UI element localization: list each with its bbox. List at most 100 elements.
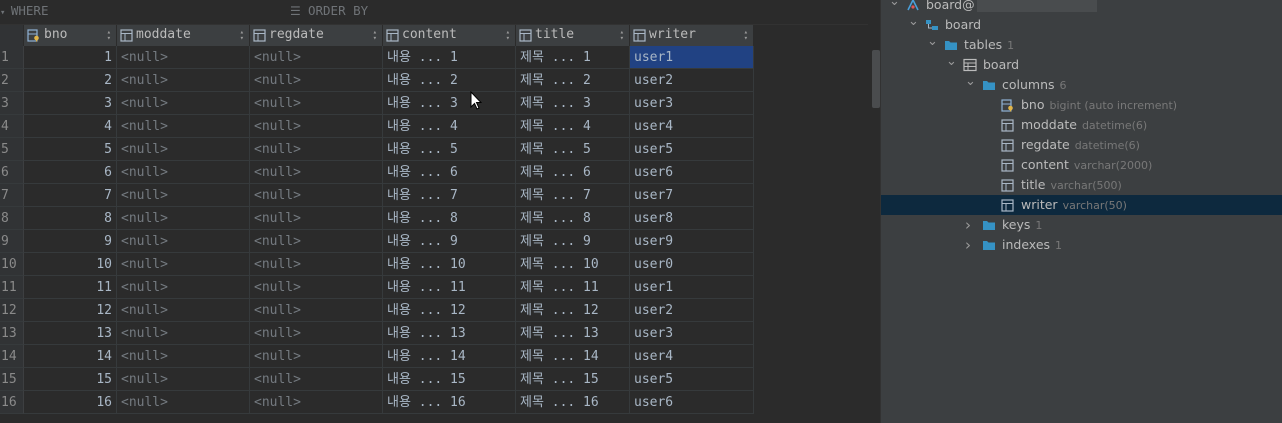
cell-content[interactable]: 내용 ... 13 <box>383 322 516 345</box>
cell-moddate[interactable]: <null> <box>117 138 250 161</box>
cell-bno[interactable]: 12 <box>24 299 117 322</box>
cell-title[interactable]: 제목 ... 14 <box>516 345 630 368</box>
cell-title[interactable]: 제목 ... 6 <box>516 161 630 184</box>
cell-bno[interactable]: 8 <box>24 207 117 230</box>
cell-title[interactable]: 제목 ... 12 <box>516 299 630 322</box>
cell-regdate[interactable]: <null> <box>250 276 383 299</box>
cell-title[interactable]: 제목 ... 5 <box>516 138 630 161</box>
cell-bno[interactable]: 11 <box>24 276 117 299</box>
cell-content[interactable]: 내용 ... 5 <box>383 138 516 161</box>
table-row[interactable]: 4 4 <null> <null> 내용 ... 4 제목 ... 4 user4 <box>0 115 754 138</box>
cell-moddate[interactable]: <null> <box>117 184 250 207</box>
cell-regdate[interactable]: <null> <box>250 184 383 207</box>
cell-content[interactable]: 내용 ... 3 <box>383 92 516 115</box>
cell-content[interactable]: 내용 ... 15 <box>383 368 516 391</box>
tree-node-content[interactable]: content varchar(2000) <box>881 155 1282 175</box>
cell-content[interactable]: 내용 ... 2 <box>383 69 516 92</box>
cell-bno[interactable]: 9 <box>24 230 117 253</box>
tree-node-board[interactable]: ⌄ board <box>881 52 1282 75</box>
cell-title[interactable]: 제목 ... 8 <box>516 207 630 230</box>
table-row[interactable]: 2 2 <null> <null> 내용 ... 2 제목 ... 2 user2 <box>0 69 754 92</box>
cell-bno[interactable]: 5 <box>24 138 117 161</box>
cell-regdate[interactable]: <null> <box>250 115 383 138</box>
cell-title[interactable]: 제목 ... 7 <box>516 184 630 207</box>
chevron-down-icon[interactable]: ⌄ <box>908 12 919 32</box>
cell-regdate[interactable]: <null> <box>250 69 383 92</box>
sort-arrows-icon[interactable]: ▴ ▾ <box>373 29 377 42</box>
cell-title[interactable]: 제목 ... 10 <box>516 253 630 276</box>
cell-moddate[interactable]: <null> <box>117 230 250 253</box>
chevron-down-icon[interactable]: ⌄ <box>927 32 938 52</box>
cell-regdate[interactable]: <null> <box>250 322 383 345</box>
tree-node-writer[interactable]: writer varchar(50) <box>881 195 1282 215</box>
cell-regdate[interactable]: <null> <box>250 207 383 230</box>
tree-node-indexes[interactable]: › indexes 1 <box>881 235 1282 255</box>
cell-writer[interactable]: user5 <box>630 138 754 161</box>
cell-moddate[interactable]: <null> <box>117 368 250 391</box>
table-row[interactable]: 3 3 <null> <null> 내용 ... 3 제목 ... 3 user3 <box>0 92 754 115</box>
table-row[interactable]: 15 15 <null> <null> 내용 ... 15 제목 ... 15 user5 <box>0 368 754 391</box>
cell-writer[interactable]: user4 <box>630 115 754 138</box>
cell-content[interactable]: 내용 ... 14 <box>383 345 516 368</box>
cell-regdate[interactable]: <null> <box>250 92 383 115</box>
column-header-moddate[interactable]: moddate ▴ ▾ <box>117 25 250 46</box>
chevron-right-icon[interactable]: › <box>965 235 971 255</box>
cell-content[interactable]: 내용 ... 10 <box>383 253 516 276</box>
column-header-regdate[interactable]: regdate ▴ ▾ <box>250 25 383 46</box>
column-header-content[interactable]: content ▴ ▾ <box>383 25 516 46</box>
cell-bno[interactable]: 13 <box>24 322 117 345</box>
cell-regdate[interactable]: <null> <box>250 345 383 368</box>
cell-title[interactable]: 제목 ... 2 <box>516 69 630 92</box>
cell-regdate[interactable]: <null> <box>250 299 383 322</box>
cell-moddate[interactable]: <null> <box>117 115 250 138</box>
chevron-down-icon[interactable]: ⌄ <box>946 52 957 72</box>
cell-title[interactable]: 제목 ... 16 <box>516 391 630 414</box>
cell-regdate[interactable]: <null> <box>250 138 383 161</box>
cell-bno[interactable]: 2 <box>24 69 117 92</box>
cell-writer[interactable]: user2 <box>630 69 754 92</box>
tree-node-regdate[interactable]: regdate datetime(6) <box>881 135 1282 155</box>
cell-bno[interactable]: 4 <box>24 115 117 138</box>
cell-regdate[interactable]: <null> <box>250 46 383 69</box>
tree-node-tables[interactable]: ⌄ tables 1 <box>881 32 1282 55</box>
cell-writer[interactable]: user5 <box>630 368 754 391</box>
sort-arrows-icon[interactable]: ▴ ▾ <box>506 29 510 42</box>
cell-content[interactable]: 내용 ... 6 <box>383 161 516 184</box>
table-row[interactable]: 6 6 <null> <null> 내용 ... 6 제목 ... 6 user6 <box>0 161 754 184</box>
cell-content[interactable]: 내용 ... 12 <box>383 299 516 322</box>
sort-arrows-icon[interactable]: ▴ ▾ <box>240 29 244 42</box>
cell-regdate[interactable]: <null> <box>250 368 383 391</box>
column-header-title[interactable]: title ▴ ▾ <box>516 25 630 46</box>
cell-content[interactable]: 내용 ... 9 <box>383 230 516 253</box>
cell-writer[interactable]: user9 <box>630 230 754 253</box>
column-header-bno[interactable]: bno ▴ ▾ <box>24 25 117 46</box>
where-filter[interactable]: ▾ WHERE <box>0 3 48 18</box>
cell-writer[interactable]: user1 <box>630 276 754 299</box>
cell-content[interactable]: 내용 ... 1 <box>383 46 516 69</box>
table-row[interactable]: 16 16 <null> <null> 내용 ... 16 제목 ... 16 user6 <box>0 391 754 414</box>
cell-title[interactable]: 제목 ... 11 <box>516 276 630 299</box>
table-row[interactable]: 1 1 <null> <null> 내용 ... 1 제목 ... 1 user1 <box>0 46 754 69</box>
cell-moddate[interactable]: <null> <box>117 46 250 69</box>
table-row[interactable]: 11 11 <null> <null> 내용 ... 11 제목 ... 11 user1 <box>0 276 754 299</box>
cell-writer[interactable]: user7 <box>630 184 754 207</box>
table-row[interactable]: 12 12 <null> <null> 내용 ... 12 제목 ... 12 user2 <box>0 299 754 322</box>
tree-node-title[interactable]: title varchar(500) <box>881 175 1282 195</box>
tree-node-keys[interactable]: › keys 1 <box>881 215 1282 235</box>
cell-moddate[interactable]: <null> <box>117 207 250 230</box>
cell-bno[interactable]: 10 <box>24 253 117 276</box>
cell-content[interactable]: 내용 ... 11 <box>383 276 516 299</box>
cell-content[interactable]: 내용 ... 16 <box>383 391 516 414</box>
cell-writer[interactable]: user1 <box>630 46 754 69</box>
cell-bno[interactable]: 6 <box>24 161 117 184</box>
chevron-right-icon[interactable]: › <box>965 215 971 235</box>
table-row[interactable]: 10 10 <null> <null> 내용 ... 10 제목 ... 10 user0 <box>0 253 754 276</box>
cell-moddate[interactable]: <null> <box>117 69 250 92</box>
cell-writer[interactable]: user6 <box>630 161 754 184</box>
cell-regdate[interactable]: <null> <box>250 391 383 414</box>
tree-node-board[interactable]: ⌄ board <box>881 12 1282 35</box>
cell-regdate[interactable]: <null> <box>250 230 383 253</box>
sort-arrows-icon[interactable]: ▴ ▾ <box>620 29 624 42</box>
scrollbar-thumb[interactable] <box>872 50 880 108</box>
tree-node-columns[interactable]: ⌄ columns 6 <box>881 74 1282 95</box>
